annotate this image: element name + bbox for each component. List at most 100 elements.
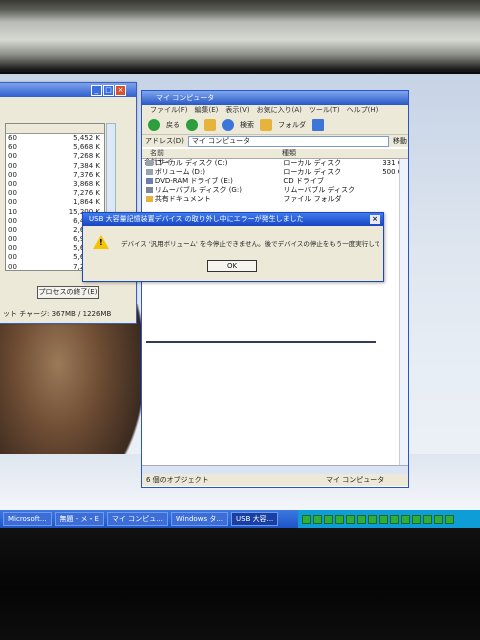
menu-item[interactable]: ツール(T) [309, 105, 340, 116]
dialog-close-button[interactable]: × [370, 215, 380, 224]
tray-icon[interactable] [302, 514, 311, 524]
menu-item[interactable]: お気に入り(A) [257, 105, 302, 116]
table-row[interactable]: 00 7,276 K [6, 189, 104, 198]
tray-icon[interactable] [423, 514, 432, 524]
maximize-icon[interactable]: □ [103, 85, 114, 96]
item-type: リムーバブル ディスク [283, 186, 356, 194]
cpu-cell: 00 [8, 253, 17, 262]
process-list-header [6, 124, 104, 134]
toolbar: 戻る 検索 フォルダ [142, 116, 408, 135]
tray-icon[interactable] [390, 514, 399, 524]
taskbar-button[interactable]: Windows タ... [170, 512, 228, 526]
list-item[interactable]: ローカル ディスク (C:) ローカル ディスク 331 GB [142, 159, 408, 168]
list-item[interactable]: DVD-RAM ドライブ (E:) CD ドライブ [142, 177, 408, 186]
folders-button[interactable]: フォルダ [278, 120, 306, 130]
table-row[interactable]: 00 7,384 K [6, 162, 104, 171]
item-name: リムーバブル ディスク (G:) [154, 186, 242, 194]
table-row[interactable]: 60 5,452 K [6, 134, 104, 143]
commit-charge-status: ット チャージ: 367MB / 1226MB [3, 310, 112, 318]
table-row[interactable]: 00 7,376 K [6, 171, 104, 180]
menu-item[interactable]: 編集(E) [195, 105, 219, 116]
back-button[interactable]: 戻る [166, 120, 180, 130]
search-button[interactable]: 検索 [240, 120, 254, 130]
drive-icon [146, 178, 153, 184]
explorer-titlebar[interactable]: マイ コンピュータ [142, 91, 408, 105]
list-item[interactable]: 共有ドキュメント ファイル フォルダ [142, 195, 408, 204]
desktop-screen: _ □ × 60 5,452 K 60 5,668 K 00 7,268 K 00 7,384… [0, 74, 480, 528]
divider-line [146, 341, 376, 343]
taskbar: Microsoft... 無題 - メ・E マイ コンピュ... Windows タ.… [0, 510, 480, 528]
taskbar-items: Microsoft... 無題 - メ・E マイ コンピュ... Windows タ.… [0, 512, 279, 526]
menu-item[interactable]: 表示(V) [225, 105, 249, 116]
tray-icon[interactable] [346, 514, 355, 524]
tray-icon[interactable] [368, 514, 377, 524]
status-object-count: 6 個のオブジェクト [146, 476, 209, 484]
end-process-button[interactable]: プロセスの終了(E) [37, 286, 99, 299]
memory-cell: 5,452 K [73, 134, 100, 142]
item-type: ファイル フォルダ [283, 195, 342, 203]
list-item[interactable]: リムーバブル ディスク (G:) リムーバブル ディスク [142, 186, 408, 195]
tray-icon[interactable] [401, 514, 410, 524]
item-type: ローカル ディスク [283, 168, 342, 176]
tray-icon[interactable] [313, 514, 322, 524]
column-type[interactable]: 種類 [282, 149, 380, 158]
folders-icon[interactable] [260, 119, 272, 131]
item-type: CD ドライブ [283, 177, 324, 185]
cpu-cell: 00 [8, 244, 17, 253]
taskbar-button[interactable]: Microsoft... [3, 512, 52, 526]
memory-cell: 7,376 K [73, 170, 100, 179]
cpu-cell: 00 [8, 235, 17, 244]
list-item[interactable]: ボリューム (D:) ローカル ディスク 500 GB [142, 168, 408, 177]
menu-bar: ファイル(F) 編集(E) 表示(V) お気に入り(A) ツール(T) ヘルプ(H) [142, 105, 408, 116]
back-arrow-icon[interactable] [148, 119, 160, 131]
item-name: ボリューム (D:) [154, 168, 206, 176]
table-row[interactable]: 00 7,268 K [6, 152, 104, 161]
taskbar-button[interactable]: USB 大容... [231, 512, 279, 526]
error-dialog[interactable]: USB 大容量記憶装置デバイス の取り外し中にエラーが発生しました × ! デバ… [82, 212, 384, 282]
tray-icon[interactable] [357, 514, 366, 524]
drive-icon [146, 169, 153, 175]
address-input[interactable]: マイ コンピュータ [187, 135, 389, 147]
tray-icon[interactable] [412, 514, 421, 524]
menu-item[interactable]: ヘルプ(H) [347, 105, 379, 116]
dialog-title: USB 大容量記憶装置デバイス の取り外し中にエラーが発生しました [83, 213, 383, 226]
drive-list: ローカル ディスク (C:) ローカル ディスク 331 GB ボリューム (D:) ロ… [142, 159, 408, 204]
my-computer-window[interactable]: マイ コンピュータ ファイル(F) 編集(E) 表示(V) お気に入り(A) ツール(T… [141, 90, 409, 488]
table-row[interactable]: 60 5,668 K [6, 143, 104, 152]
memory-cell: 7,268 K [73, 152, 100, 161]
tray-icon[interactable] [335, 514, 344, 524]
task-manager-titlebar[interactable]: _ □ × [0, 83, 136, 97]
horizontal-scrollbar[interactable] [142, 465, 408, 474]
minimize-icon[interactable]: _ [91, 85, 102, 96]
table-row[interactable]: 00 3,868 K [6, 180, 104, 189]
item-name: ローカル ディスク (C:) [154, 159, 228, 167]
views-icon[interactable] [312, 119, 324, 131]
tray-icon[interactable] [379, 514, 388, 524]
memory-cell: 1,864 K [73, 198, 100, 207]
ok-button[interactable]: OK [207, 260, 257, 272]
up-folder-icon[interactable] [204, 119, 216, 131]
tray-icon[interactable] [324, 514, 333, 524]
go-button[interactable]: 移動 [393, 136, 407, 146]
memory-cell: 5,668 K [73, 143, 100, 152]
item-name: 共有ドキュメント [154, 195, 211, 203]
vertical-scrollbar[interactable] [399, 159, 408, 465]
tray-icon[interactable] [445, 514, 454, 524]
memory-cell: 7,384 K [73, 161, 100, 170]
task-manager-window[interactable]: _ □ × 60 5,452 K 60 5,668 K 00 7,268 K 00 7,384… [0, 82, 137, 324]
menu-item[interactable]: ファイル(F) [150, 105, 188, 116]
tray-icon[interactable] [434, 514, 443, 524]
warning-exclamation-icon: ! [99, 238, 103, 247]
taskbar-button[interactable]: マイ コンピュ... [106, 512, 168, 526]
cpu-cell: 00 [8, 189, 17, 198]
column-name[interactable]: 名前 [142, 149, 282, 158]
cpu-cell: 00 [8, 262, 17, 271]
taskbar-button[interactable]: 無題 - メ・E [54, 512, 104, 526]
system-tray [298, 510, 480, 528]
table-row[interactable]: 00 1,864 K [6, 198, 104, 207]
close-icon[interactable]: × [115, 85, 126, 96]
cpu-cell: 00 [8, 198, 17, 207]
search-icon[interactable] [222, 119, 234, 131]
column-headers: 名前 種類合計サイ [142, 149, 408, 166]
forward-arrow-icon[interactable] [186, 119, 198, 131]
